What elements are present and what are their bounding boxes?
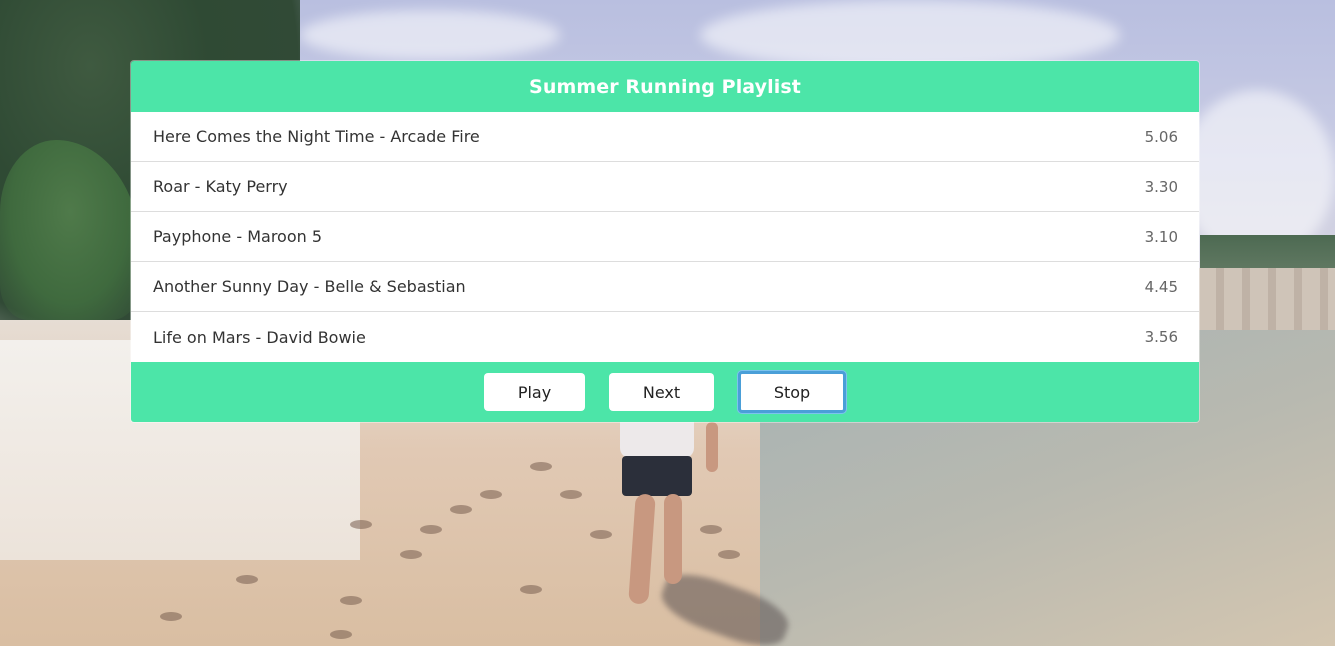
play-button[interactable]: Play [484, 373, 585, 411]
stop-button[interactable]: Stop [738, 371, 846, 413]
playback-controls: Play Next Stop [131, 362, 1199, 422]
track-duration: 4.45 [1144, 277, 1178, 296]
track-duration: 3.10 [1144, 227, 1178, 246]
track-name: Life on Mars - David Bowie [153, 327, 366, 347]
playlist-title: Summer Running Playlist [529, 75, 801, 98]
track-list: Here Comes the Night Time - Arcade Fire … [131, 112, 1199, 362]
track-row[interactable]: Life on Mars - David Bowie 3.56 [131, 312, 1199, 362]
track-duration: 3.56 [1144, 328, 1178, 346]
track-row[interactable]: Here Comes the Night Time - Arcade Fire … [131, 112, 1199, 162]
track-row[interactable]: Another Sunny Day - Belle & Sebastian 4.… [131, 262, 1199, 312]
next-button[interactable]: Next [609, 373, 714, 411]
track-duration: 5.06 [1144, 127, 1178, 146]
track-name: Payphone - Maroon 5 [153, 227, 323, 246]
track-row[interactable]: Roar - Katy Perry 3.30 [131, 162, 1199, 212]
track-name: Another Sunny Day - Belle & Sebastian [153, 277, 466, 296]
track-duration: 3.30 [1144, 177, 1178, 196]
playlist-header: Summer Running Playlist [131, 61, 1199, 112]
track-row[interactable]: Payphone - Maroon 5 3.10 [131, 212, 1199, 262]
playlist-card: Summer Running Playlist Here Comes the N… [131, 61, 1199, 422]
track-name: Here Comes the Night Time - Arcade Fire [153, 127, 480, 146]
runner-figure [618, 420, 718, 610]
track-name: Roar - Katy Perry [153, 177, 288, 196]
